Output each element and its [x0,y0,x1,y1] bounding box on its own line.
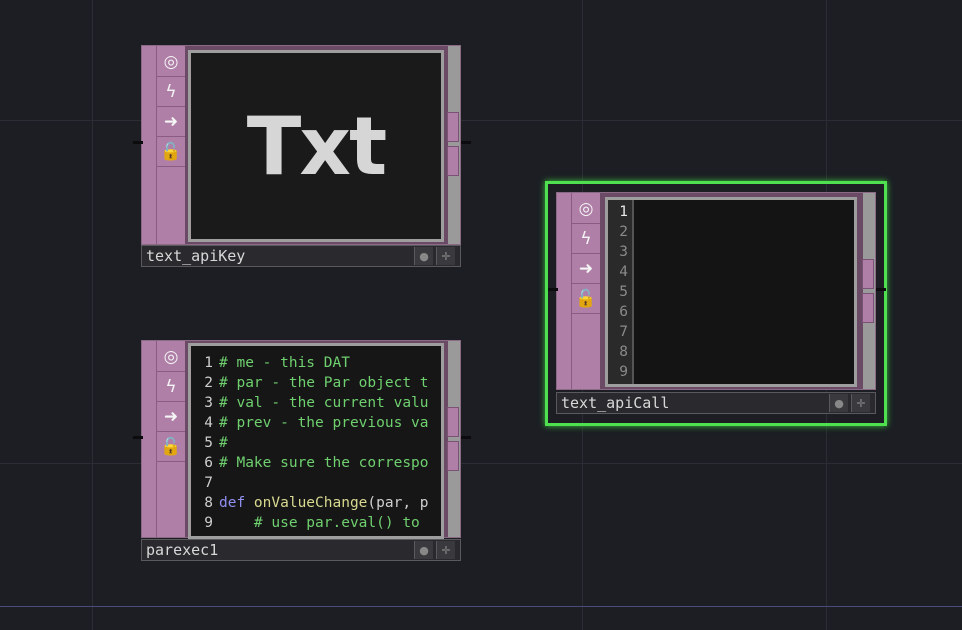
node-side-buttons: ◎ ϟ ➜ 🔓 [156,341,185,537]
arrow-right-icon[interactable]: ➜ [157,108,185,137]
circle-icon[interactable]: ◎ [157,343,185,372]
code-text: # [219,435,228,451]
code-line: 7 [191,473,441,493]
input-connector[interactable] [133,436,143,439]
node-output-strip [862,193,875,389]
code-keyword: def [219,495,254,511]
timeline-divider [0,606,962,607]
node-input-strip [142,341,156,537]
code-lines: 1 # me - this DAT 2 # par - the Par object … [191,346,441,536]
lightning-icon[interactable]: ϟ [157,78,185,107]
line-number: 4 [204,415,213,431]
code-line: 1 # me - this DAT [191,353,441,373]
output-connector[interactable] [461,436,471,439]
expand-icon[interactable]: ✛ [436,247,455,265]
node-text-apikey[interactable]: ◎ ϟ ➜ 🔓 Txt text_apiKey ● ✛ [133,45,471,267]
txt-logo: Txt [246,99,387,193]
code-line: 4 # prev - the previous va [191,413,441,433]
lightning-icon[interactable]: ϟ [572,225,600,254]
node-name[interactable]: parexec1 [146,540,218,560]
node-side-buttons: ◎ ϟ ➜ 🔓 [571,193,600,389]
output-tab[interactable] [862,259,874,289]
line-number: 9 [619,364,628,380]
node-viewer[interactable]: Txt [188,50,444,242]
code-line: 6 # Make sure the correspo [191,453,441,473]
text-viewer[interactable]: 1 2 3 4 5 6 7 8 9 [605,197,857,387]
output-tab[interactable] [447,146,459,176]
node-output-strip [447,341,460,537]
viewer-toggle-icon[interactable]: ● [414,541,433,559]
line-number: 1 [619,204,628,220]
node-namebar[interactable]: text_apiCall ● ✛ [556,392,876,414]
code-function-name: onValueChange [253,495,368,511]
output-tab[interactable] [447,407,459,437]
code-line: 5 # [191,433,441,453]
node-namebar[interactable]: parexec1 ● ✛ [141,539,461,561]
code-text: # me - this DAT [219,355,350,371]
line-number: 8 [204,495,213,511]
expand-icon[interactable]: ✛ [436,541,455,559]
input-connector[interactable] [548,288,558,291]
line-number: 5 [619,284,628,300]
line-number: 3 [204,395,213,411]
output-tab[interactable] [862,293,874,323]
code-line: 9 # use par.eval() to [191,513,441,533]
line-number: 7 [619,324,628,340]
code-viewer[interactable]: 1 # me - this DAT 2 # par - the Par object … [188,343,444,539]
output-tab[interactable] [447,112,459,142]
grid-line [92,0,93,630]
viewer-toggle-icon[interactable]: ● [829,394,848,412]
line-number: 5 [204,435,213,451]
code-text: # prev - the previous va [219,415,429,431]
node-name[interactable]: text_apiCall [561,393,669,413]
line-number: 8 [619,344,628,360]
line-number: 4 [619,264,628,280]
circle-icon[interactable]: ◎ [157,48,185,77]
node-side-buttons: ◎ ϟ ➜ 🔓 [156,46,185,244]
code-text: # use par.eval() to [219,515,420,531]
line-number: 2 [204,375,213,391]
lock-icon[interactable]: 🔓 [572,285,600,314]
node-name[interactable]: text_apiKey [146,246,245,266]
line-number: 6 [204,455,213,471]
line-number: 1 [204,355,213,371]
code-text: (par, p [367,495,429,511]
code-text: # Make sure the correspo [219,455,429,471]
code-line: 2 # par - the Par object t [191,373,441,393]
code-line: 3 # val - the current valu [191,393,441,413]
arrow-right-icon[interactable]: ➜ [157,403,185,432]
code-text: # par - the Par object t [219,375,429,391]
node-body: ◎ ϟ ➜ 🔓 Txt [141,45,461,245]
node-body: ◎ ϟ ➜ 🔓 1 2 3 4 5 6 7 8 9 [556,192,876,390]
output-connector[interactable] [876,288,886,291]
arrow-right-icon[interactable]: ➜ [572,255,600,284]
node-parexec1[interactable]: ◎ ϟ ➜ 🔓 1 # me - this DAT 2 # par - the Par… [133,340,471,562]
node-input-strip [142,46,156,244]
line-numbers: 1 2 3 4 5 6 7 8 9 [608,200,634,384]
viewer-toggle-icon[interactable]: ● [414,247,433,265]
node-input-strip [557,193,571,389]
lock-icon[interactable]: 🔓 [157,433,185,462]
lightning-icon[interactable]: ϟ [157,373,185,402]
input-connector[interactable] [133,141,143,144]
expand-icon[interactable]: ✛ [851,394,870,412]
line-number: 3 [619,244,628,260]
output-connector[interactable] [461,141,471,144]
line-number: 6 [619,304,628,320]
node-text-apicall[interactable]: ◎ ϟ ➜ 🔓 1 2 3 4 5 6 7 8 9 text_apiCall ● ✛ [548,192,886,414]
node-body: ◎ ϟ ➜ 🔓 1 # me - this DAT 2 # par - the Par… [141,340,461,539]
output-tab[interactable] [447,441,459,471]
line-number: 9 [204,515,213,531]
node-namebar[interactable]: text_apiKey ● ✛ [141,245,461,267]
circle-icon[interactable]: ◎ [572,195,600,224]
line-number: 2 [619,224,628,240]
lock-icon[interactable]: 🔓 [157,138,185,167]
node-output-strip [447,46,460,244]
code-line: 8 def onValueChange (par, p [191,493,441,513]
line-number: 7 [204,475,213,491]
code-text: # val - the current valu [219,395,429,411]
network-editor-canvas[interactable]: ◎ ϟ ➜ 🔓 Txt text_apiKey ● ✛ ◎ ϟ ➜ 🔓 1 # … [0,0,962,630]
